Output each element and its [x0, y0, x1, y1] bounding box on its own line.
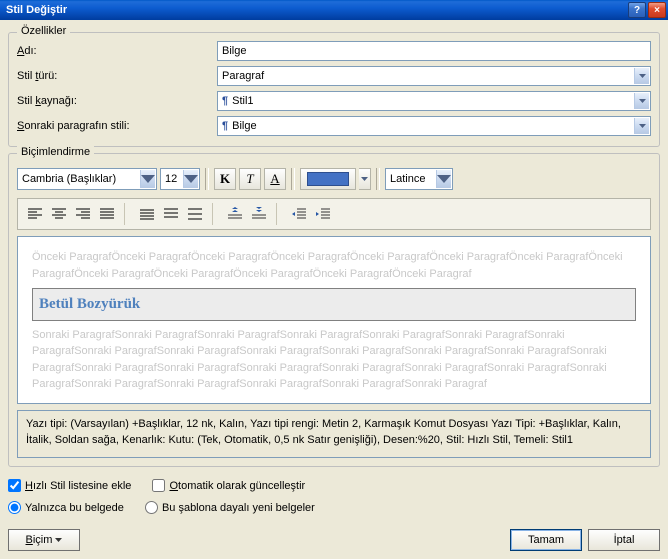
- script-value: Latince: [390, 173, 425, 185]
- formatting-group: Biçimlendirme Cambria (Başlıklar) 12 K T…: [8, 153, 660, 467]
- options-area: Hızlı Stil listesine ekle Otomatik olara…: [8, 479, 660, 517]
- color-swatch: [307, 172, 349, 186]
- preview-sample: Betül Bozyürük: [32, 288, 636, 321]
- chevron-down-icon[interactable]: [634, 68, 649, 84]
- template-radio[interactable]: Bu şablona dayalı yeni belgeler: [145, 501, 315, 514]
- chevron-down-icon[interactable]: [436, 170, 451, 188]
- align-center-button[interactable]: [48, 203, 70, 225]
- auto-update-checkbox[interactable]: [152, 479, 165, 492]
- preview-before: Önceki ParagrafÖnceki ParagrafÖnceki Par…: [32, 249, 636, 282]
- separator: [212, 203, 218, 225]
- following-label: Sonraki paragrafın stili:: [17, 120, 213, 132]
- font-family-select[interactable]: Cambria (Başlıklar): [17, 168, 157, 190]
- preview-pane: Önceki ParagrafÖnceki ParagrafÖnceki Par…: [17, 236, 651, 404]
- only-doc-label: Yalnızca bu belgede: [25, 502, 124, 514]
- pilcrow-icon: ¶: [222, 120, 228, 132]
- title-bar: Stil Değiştir ? ×: [0, 0, 668, 20]
- following-value: Bilge: [232, 120, 256, 132]
- align-right-button[interactable]: [72, 203, 94, 225]
- space-before-inc-button[interactable]: [224, 203, 246, 225]
- align-left-button[interactable]: [24, 203, 46, 225]
- linespace-1-5-button[interactable]: [160, 203, 182, 225]
- font-toolbar: Cambria (Başlıklar) 12 K T A Latince: [17, 168, 651, 190]
- style-description: Yazı tipi: (Varsayılan) +Başlıklar, 12 n…: [17, 410, 651, 458]
- auto-update-check[interactable]: Otomatik olarak güncelleştir: [152, 479, 305, 492]
- preview-after: Sonraki ParagrafSonraki ParagrafSonraki …: [32, 327, 636, 393]
- quick-style-checkbox[interactable]: [8, 479, 21, 492]
- only-doc-radio-input[interactable]: [8, 501, 21, 514]
- following-select[interactable]: ¶ Bilge: [217, 116, 651, 136]
- type-select[interactable]: Paragraf: [217, 66, 651, 86]
- based-label: Stil kaynağı:: [17, 95, 213, 107]
- linespace-2-button[interactable]: [184, 203, 206, 225]
- font-color-button[interactable]: [300, 168, 356, 190]
- based-value: Stil1: [232, 95, 253, 107]
- pilcrow-icon: ¶: [222, 95, 228, 107]
- separator: [376, 168, 380, 190]
- template-label: Bu şablona dayalı yeni belgeler: [162, 502, 315, 514]
- formatting-label: Biçimlendirme: [17, 146, 94, 158]
- underline-button[interactable]: A: [264, 168, 286, 190]
- template-radio-input[interactable]: [145, 501, 158, 514]
- chevron-down-icon[interactable]: [140, 170, 155, 188]
- only-doc-radio[interactable]: Yalnızca bu belgede: [8, 501, 124, 514]
- type-value: Paragraf: [222, 70, 264, 82]
- separator: [291, 168, 295, 190]
- properties-label: Özellikler: [17, 25, 70, 37]
- window-title: Stil Değiştir: [6, 4, 67, 16]
- font-family-value: Cambria (Başlıklar): [22, 173, 116, 185]
- font-size-select[interactable]: 12: [160, 168, 200, 190]
- properties-group: Özellikler Adı: Stil türü: Paragraf Stil…: [8, 32, 660, 147]
- dialog-footer: Biçim Tamam İptal: [8, 529, 660, 551]
- format-button[interactable]: Biçim: [8, 529, 80, 551]
- indent-increase-button[interactable]: [312, 203, 334, 225]
- name-label: Adı:: [17, 45, 213, 57]
- linespace-1-button[interactable]: [136, 203, 158, 225]
- script-select[interactable]: Latince: [385, 168, 453, 190]
- font-size-value: 12: [165, 173, 177, 185]
- chevron-down-icon[interactable]: [634, 93, 649, 109]
- based-select[interactable]: ¶ Stil1: [217, 91, 651, 111]
- bold-button[interactable]: K: [214, 168, 236, 190]
- paragraph-toolbar: [17, 198, 651, 230]
- cancel-button[interactable]: İptal: [588, 529, 660, 551]
- help-button[interactable]: ?: [628, 2, 646, 18]
- close-button[interactable]: ×: [648, 2, 666, 18]
- ok-button[interactable]: Tamam: [510, 529, 582, 551]
- chevron-down-icon[interactable]: [634, 118, 649, 134]
- space-before-dec-button[interactable]: [248, 203, 270, 225]
- indent-decrease-button[interactable]: [288, 203, 310, 225]
- chevron-down-icon[interactable]: [183, 170, 198, 188]
- font-color-dropdown[interactable]: [359, 168, 371, 190]
- separator: [124, 203, 130, 225]
- quick-style-check[interactable]: Hızlı Stil listesine ekle: [8, 479, 131, 492]
- type-label: Stil türü:: [17, 70, 213, 82]
- separator: [276, 203, 282, 225]
- name-input[interactable]: [217, 41, 651, 61]
- separator: [205, 168, 209, 190]
- align-justify-button[interactable]: [96, 203, 118, 225]
- italic-button[interactable]: T: [239, 168, 261, 190]
